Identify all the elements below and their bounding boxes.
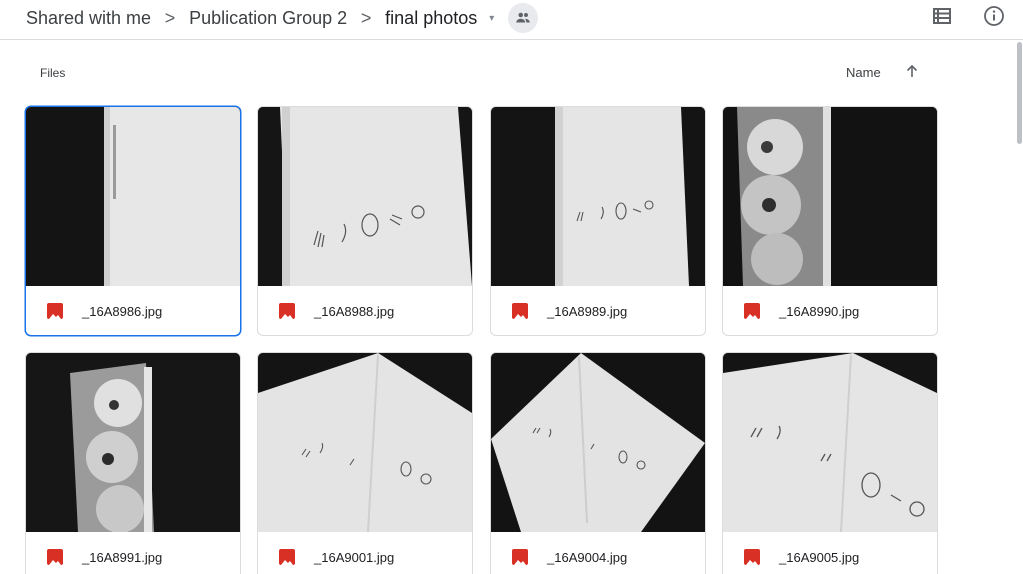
image-thumbnail (723, 353, 937, 532)
image-thumbnail (258, 107, 472, 286)
file-name: _16A9005.jpg (779, 550, 859, 565)
image-thumbnail (26, 353, 240, 532)
file-name: _16A9001.jpg (314, 550, 394, 565)
file-name: _16A8989.jpg (547, 304, 627, 319)
info-icon[interactable] (982, 4, 1006, 28)
file-card[interactable]: _16A9005.jpg (722, 352, 938, 574)
file-card[interactable]: _16A8990.jpg (722, 106, 938, 336)
image-file-icon (744, 303, 760, 319)
breadcrumb-separator-icon: > (151, 8, 189, 29)
image-thumbnail (258, 353, 472, 532)
image-file-icon (279, 549, 295, 565)
file-card[interactable]: _16A8986.jpg (25, 106, 241, 336)
file-name: _16A8986.jpg (82, 304, 162, 319)
arrow-up-icon[interactable] (903, 62, 921, 80)
image-thumbnail (26, 107, 240, 286)
image-file-icon (744, 549, 760, 565)
image-thumbnail (491, 353, 705, 532)
file-card[interactable]: _16A8989.jpg (490, 106, 706, 336)
breadcrumb-publication-group[interactable]: Publication Group 2 (189, 8, 347, 29)
file-card[interactable]: _16A9004.jpg (490, 352, 706, 574)
sort-by-name-button[interactable]: Name (846, 65, 881, 80)
image-file-icon (512, 549, 528, 565)
people-icon[interactable] (508, 3, 538, 33)
breadcrumb-shared-with-me[interactable]: Shared with me (26, 8, 151, 29)
file-name: _16A9004.jpg (547, 550, 627, 565)
file-name: _16A8990.jpg (779, 304, 859, 319)
image-thumbnail (723, 107, 937, 286)
image-file-icon (47, 549, 63, 565)
file-card[interactable]: _16A8988.jpg (257, 106, 473, 336)
breadcrumb-separator-icon: > (347, 8, 385, 29)
file-card[interactable]: _16A9001.jpg (257, 352, 473, 574)
image-thumbnail (491, 107, 705, 286)
file-name: _16A8991.jpg (82, 550, 162, 565)
files-section-label: Files (40, 66, 65, 80)
list-view-icon[interactable] (930, 4, 954, 28)
breadcrumb-current-folder[interactable]: final photos (385, 8, 477, 29)
scrollbar-thumb[interactable] (1017, 42, 1022, 144)
image-file-icon (279, 303, 295, 319)
folder-menu-caret-icon[interactable]: ▾ (489, 13, 494, 24)
top-bar: Shared with me > Publication Group 2 > f… (0, 0, 1023, 40)
image-file-icon (47, 303, 63, 319)
breadcrumb: Shared with me > Publication Group 2 > f… (26, 4, 538, 32)
file-name: _16A8988.jpg (314, 304, 394, 319)
image-file-icon (512, 303, 528, 319)
file-card[interactable]: _16A8991.jpg (25, 352, 241, 574)
